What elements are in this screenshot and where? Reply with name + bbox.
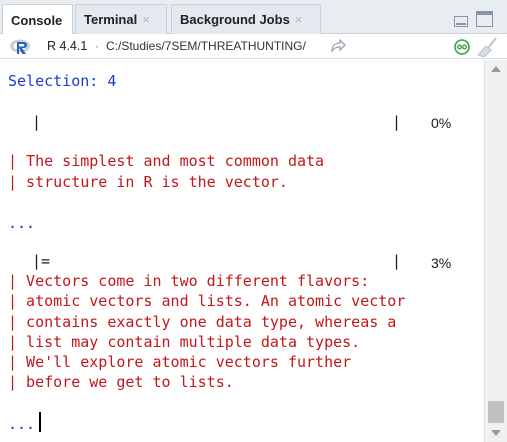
progress-bar-start: | bbox=[32, 113, 42, 131]
continue-prompt: ... bbox=[8, 415, 36, 433]
progress-percent-label: 0% bbox=[431, 115, 452, 131]
tab-console[interactable]: Console bbox=[2, 4, 73, 35]
tab-background-jobs-close-icon[interactable]: × bbox=[295, 12, 303, 27]
tab-background-jobs[interactable]: Background Jobs × bbox=[171, 4, 321, 34]
tab-terminal[interactable]: Terminal × bbox=[75, 4, 167, 34]
tab-background-jobs-label: Background Jobs bbox=[180, 12, 290, 27]
message-line: | Vectors come in two different flavors: bbox=[8, 272, 370, 290]
progress-bar-end: | bbox=[392, 252, 402, 270]
progress-percent-label: 3% bbox=[431, 255, 452, 271]
selection-line: Selection: 4 bbox=[8, 72, 117, 90]
console-output[interactable]: Selection: 4 | | 0% | The simplest and m… bbox=[0, 60, 484, 442]
console-tab-bar: Console Terminal × Background Jobs × bbox=[0, 0, 507, 35]
scroll-down-icon[interactable] bbox=[491, 430, 501, 436]
working-directory-bar: R 4.4.1 · C:/Studies/7SEM/THREATHUNTING/ bbox=[0, 34, 507, 59]
r-logo-icon bbox=[10, 39, 30, 54]
minimize-pane-icon[interactable] bbox=[454, 16, 468, 27]
tab-terminal-close-icon[interactable]: × bbox=[142, 12, 150, 27]
message-line: | list may contain multiple data types. bbox=[8, 333, 361, 351]
message-line: | contains exactly one data type, wherea… bbox=[8, 313, 397, 331]
message-line: | atomic vectors and lists. An atomic ve… bbox=[8, 292, 406, 310]
message-line: | We'll explore atomic vectors further bbox=[8, 353, 352, 371]
broom-clear-icon[interactable] bbox=[476, 36, 500, 58]
maximize-pane-icon[interactable] bbox=[476, 11, 493, 27]
scroll-up-icon[interactable] bbox=[491, 66, 501, 72]
working-directory-path: C:/Studies/7SEM/THREATHUNTING/ bbox=[106, 39, 306, 53]
message-line: | structure in R is the vector. bbox=[8, 173, 288, 191]
text-cursor bbox=[39, 412, 41, 432]
path-separator: · bbox=[95, 39, 99, 53]
scrollbar-thumb[interactable] bbox=[488, 401, 504, 423]
message-line: | before we get to lists. bbox=[8, 373, 234, 391]
message-line: | The simplest and most common data bbox=[8, 152, 325, 170]
background-job-icon[interactable] bbox=[454, 39, 470, 55]
console-scrollbar[interactable] bbox=[484, 60, 507, 442]
tab-console-label: Console bbox=[11, 12, 63, 28]
go-to-directory-icon[interactable] bbox=[330, 39, 346, 53]
r-version-label: R 4.4.1 bbox=[47, 39, 88, 53]
tab-terminal-label: Terminal bbox=[84, 12, 138, 27]
progress-bar-start: |= bbox=[32, 252, 51, 270]
continue-prompt: ... bbox=[8, 214, 36, 232]
progress-bar-end: | bbox=[392, 113, 402, 131]
